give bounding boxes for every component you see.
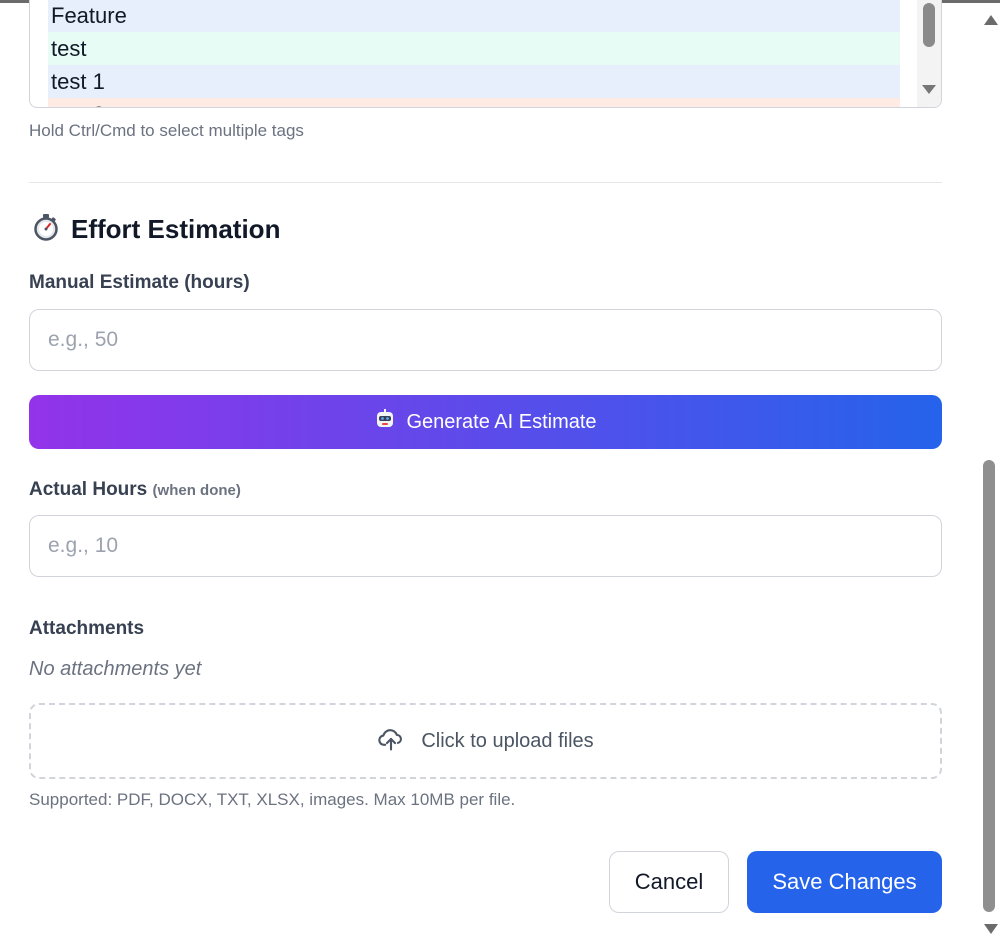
tags-multiselect[interactable]: Feature test test 1 test 2 — [29, 0, 942, 108]
attachments-label: Attachments — [29, 618, 145, 639]
tag-option-test-1[interactable]: test 1 — [48, 65, 900, 98]
tags-hint: Hold Ctrl/Cmd to select multiple tags — [29, 121, 304, 140]
actual-hours-label-text: Actual Hours — [29, 479, 148, 500]
stopwatch-icon — [33, 213, 59, 246]
tags-scrollbar-thumb[interactable] — [923, 3, 935, 47]
generate-ai-estimate-label: Generate AI Estimate — [406, 410, 597, 433]
section-divider — [29, 182, 942, 183]
page-scrollbar-thumb[interactable] — [983, 460, 995, 912]
tags-scrollbar[interactable] — [917, 0, 941, 107]
tag-option-test[interactable]: test — [48, 32, 900, 65]
tag-option-test-2[interactable]: test 2 — [48, 98, 900, 107]
manual-estimate-label: Manual Estimate (hours) — [29, 272, 250, 293]
robot-icon — [374, 408, 396, 436]
actual-hours-label: Actual Hours (when done) — [29, 479, 241, 501]
actual-hours-input[interactable] — [29, 515, 942, 577]
tag-option-feature[interactable]: Feature — [48, 0, 900, 32]
actual-hours-note: (when done) — [152, 482, 241, 499]
upload-dropzone[interactable]: Click to upload files — [29, 703, 942, 779]
scroll-down-arrow[interactable] — [984, 924, 998, 934]
attachments-empty-text: No attachments yet — [29, 658, 202, 680]
effort-section-title: Effort Estimation — [71, 214, 281, 244]
generate-ai-estimate-button[interactable]: Generate AI Estimate — [29, 395, 942, 449]
save-changes-button[interactable]: Save Changes — [747, 851, 942, 913]
cancel-button[interactable]: Cancel — [609, 851, 729, 913]
tags-scroll-down-arrow[interactable] — [922, 85, 936, 94]
manual-estimate-input[interactable] — [29, 309, 942, 371]
page-scrollbar[interactable] — [978, 3, 1000, 942]
upload-label: Click to upload files — [421, 729, 594, 752]
scroll-up-arrow[interactable] — [984, 15, 998, 25]
cloud-upload-icon — [377, 725, 405, 758]
effort-section-heading: Effort Estimation — [33, 213, 280, 246]
supported-files-text: Supported: PDF, DOCX, TXT, XLSX, images.… — [29, 790, 516, 809]
